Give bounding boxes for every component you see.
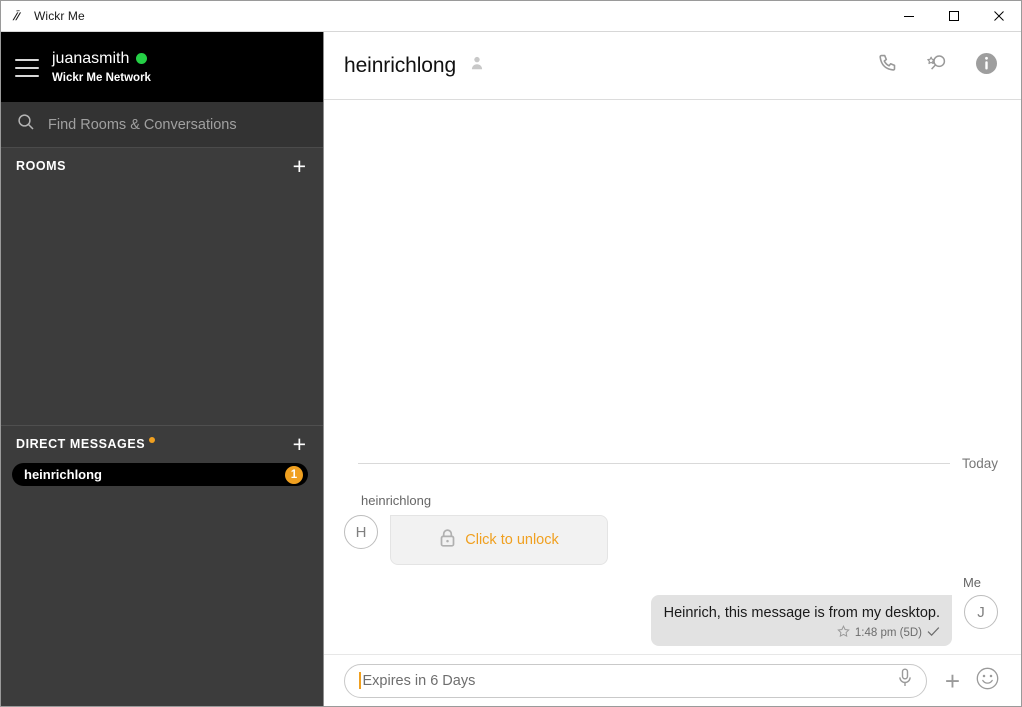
unlock-prompt[interactable]: Click to unlock — [439, 528, 559, 552]
smiley-icon[interactable] — [976, 667, 999, 695]
message-text: Heinrich, this message is from my deskto… — [663, 605, 940, 621]
sidebar: juanasmith Wickr Me Network ROOMS + — [1, 32, 324, 706]
phone-icon[interactable] — [877, 52, 899, 79]
chat-panel: heinrichlong Today heinrichlong H Click … — [324, 32, 1021, 706]
outgoing-message: Me Heinrich, this message is from my des… — [344, 575, 998, 646]
search-icon — [17, 113, 35, 136]
day-divider: Today — [344, 456, 998, 471]
add-direct-message-button[interactable]: + — [292, 432, 307, 455]
wickr-logo-icon — [10, 8, 26, 24]
locked-message-bubble[interactable]: Click to unlock — [390, 515, 608, 565]
attach-button[interactable]: + — [945, 668, 960, 694]
window-title: Wickr Me — [34, 9, 85, 23]
profile-name-row: juanasmith — [52, 50, 151, 68]
profile-network: Wickr Me Network — [52, 71, 151, 84]
dm-item-name: heinrichlong — [24, 467, 102, 482]
message-sender-name: heinrichlong — [361, 493, 432, 508]
chat-header: heinrichlong — [324, 32, 1021, 100]
info-circle-icon[interactable] — [975, 52, 998, 80]
composer-field[interactable] — [344, 663, 927, 698]
profile-username: juanasmith — [52, 49, 130, 67]
list-item[interactable]: heinrichlong 1 — [12, 463, 308, 486]
search-input[interactable] — [48, 116, 298, 133]
outgoing-message-row: Heinrich, this message is from my deskto… — [650, 595, 998, 646]
chat-title: heinrichlong — [344, 53, 457, 77]
message-timestamp: 1:48 pm (5D) — [854, 627, 922, 639]
unlock-label: Click to unlock — [465, 532, 559, 548]
avatar: J — [964, 595, 998, 629]
title-bar-left: Wickr Me — [1, 8, 85, 24]
microphone-icon[interactable] — [896, 667, 914, 694]
day-divider-label: Today — [961, 456, 998, 471]
rooms-section-header: ROOMS + — [1, 148, 323, 183]
close-button[interactable] — [976, 1, 1021, 31]
online-status-dot — [136, 53, 148, 64]
unread-indicator-dot — [149, 436, 156, 443]
message-meta: 1:48 pm (5D) — [664, 625, 940, 641]
window-body: juanasmith Wickr Me Network ROOMS + — [1, 32, 1021, 706]
chat-header-actions — [877, 52, 998, 80]
direct-messages-title: DIRECT MESSAGES — [16, 436, 156, 451]
messages-area: Today heinrichlong H Click to unlock Me … — [324, 100, 1021, 654]
person-icon[interactable] — [470, 55, 484, 76]
direct-messages-label: DIRECT MESSAGES — [16, 436, 146, 451]
lock-icon — [439, 528, 456, 552]
direct-messages-list: heinrichlong 1 — [1, 461, 323, 706]
star-outline-icon[interactable] — [837, 625, 850, 641]
minimize-button[interactable] — [886, 1, 931, 31]
rooms-title: ROOMS — [16, 158, 66, 173]
message-bubble[interactable]: Heinrich, this message is from my deskto… — [650, 595, 952, 646]
day-divider-line — [358, 463, 950, 464]
search-star-icon[interactable] — [925, 52, 949, 79]
add-room-button[interactable]: + — [292, 154, 307, 177]
message-composer: + — [324, 654, 1021, 706]
incoming-message: heinrichlong H Click to unlock — [344, 493, 998, 565]
checkmark-icon — [927, 626, 940, 640]
window-controls — [886, 1, 1021, 31]
profile-text: juanasmith Wickr Me Network — [52, 50, 151, 85]
text-caret — [359, 672, 361, 689]
direct-messages-section-header: DIRECT MESSAGES + — [1, 426, 323, 461]
unread-badge: 1 — [285, 465, 303, 484]
hamburger-menu-icon[interactable] — [15, 58, 39, 77]
avatar: H — [344, 515, 378, 549]
search-bar[interactable] — [1, 102, 323, 148]
profile-header[interactable]: juanasmith Wickr Me Network — [1, 32, 323, 102]
wickr-me-window: Wickr Me juanasmith Wickr Me Network Fin… — [0, 0, 1022, 707]
rooms-list — [1, 183, 323, 426]
message-input[interactable] — [362, 672, 890, 689]
maximize-button[interactable] — [931, 1, 976, 31]
message-sender-name: Me — [962, 575, 981, 590]
title-bar: Wickr Me — [1, 1, 1021, 32]
incoming-message-row: H Click to unlock — [344, 515, 998, 565]
